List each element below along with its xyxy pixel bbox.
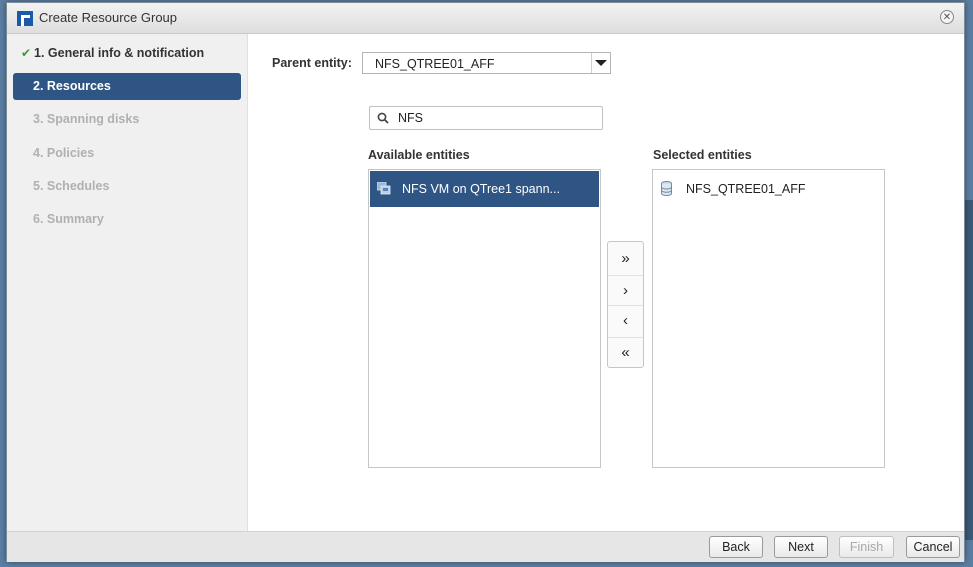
entity-name: NFS_QTREE01_AFF	[686, 182, 806, 196]
step-resources[interactable]: 2. Resources	[13, 73, 241, 100]
double-chevron-right-icon: »	[621, 250, 630, 267]
available-entities-list[interactable]: NFS VM on QTree1 spann...	[368, 169, 601, 468]
next-button[interactable]: Next	[774, 536, 828, 558]
step-policies: 4. Policies	[13, 140, 241, 167]
create-resource-group-dialog: Create Resource Group ✕ ✔ 1. General inf…	[6, 2, 965, 562]
list-item[interactable]: NFS_QTREE01_AFF	[654, 171, 883, 207]
available-entities-title: Available entities	[368, 148, 470, 162]
step-spanning-disks: 3. Spanning disks	[13, 106, 241, 133]
list-item[interactable]: NFS VM on QTree1 spann...	[370, 171, 599, 207]
vm-icon	[377, 182, 391, 195]
step-label: 6. Summary	[33, 212, 104, 226]
resources-panel: Parent entity: NFS_QTREE01_AFF Available…	[248, 34, 964, 531]
parent-entity-value: NFS_QTREE01_AFF	[375, 57, 495, 71]
parent-entity-label: Parent entity:	[272, 56, 352, 70]
step-label: 5. Schedules	[33, 179, 110, 193]
move-all-left-button[interactable]: «	[608, 337, 643, 368]
parent-entity-select[interactable]: NFS_QTREE01_AFF	[362, 52, 611, 74]
finish-button: Finish	[839, 536, 894, 558]
double-chevron-left-icon: «	[621, 344, 630, 361]
move-all-right-button[interactable]: »	[608, 244, 643, 274]
step-general-info[interactable]: ✔ 1. General info & notification	[13, 40, 241, 67]
step-label: 3. Spanning disks	[33, 112, 140, 126]
step-label: 1. General info & notification	[34, 46, 205, 60]
move-right-button[interactable]: ›	[608, 275, 643, 306]
transfer-button-group: » › ‹ «	[607, 241, 644, 368]
step-summary: 6. Summary	[13, 206, 241, 233]
dropdown-arrow-icon[interactable]	[591, 53, 610, 73]
cancel-button[interactable]: Cancel	[906, 536, 960, 558]
back-button[interactable]: Back	[709, 536, 763, 558]
wizard-steps-sidebar: ✔ 1. General info & notification 2. Reso…	[7, 34, 248, 531]
step-label: 2. Resources	[33, 79, 111, 93]
search-input[interactable]	[398, 109, 598, 127]
close-icon: ✕	[942, 12, 952, 23]
close-button[interactable]: ✕	[940, 10, 954, 24]
selected-entities-title: Selected entities	[653, 148, 752, 162]
step-schedules: 5. Schedules	[13, 173, 241, 200]
chevron-left-icon: ‹	[623, 312, 628, 329]
search-box[interactable]	[369, 106, 603, 130]
dialog-footer: Back Next Finish Cancel	[7, 531, 964, 562]
chevron-right-icon: ›	[623, 282, 628, 299]
dialog-titlebar: Create Resource Group ✕	[7, 3, 964, 34]
database-icon	[661, 181, 672, 196]
entity-name: NFS VM on QTree1 spann...	[402, 182, 560, 196]
search-icon	[377, 112, 389, 124]
check-icon: ✔	[21, 46, 32, 60]
background-window-edge	[965, 200, 973, 540]
step-label: 4. Policies	[33, 146, 95, 160]
dialog-title: Create Resource Group	[39, 10, 178, 25]
selected-entities-list[interactable]: NFS_QTREE01_AFF	[652, 169, 885, 468]
app-logo-icon	[17, 11, 33, 26]
move-left-button[interactable]: ‹	[608, 305, 643, 336]
